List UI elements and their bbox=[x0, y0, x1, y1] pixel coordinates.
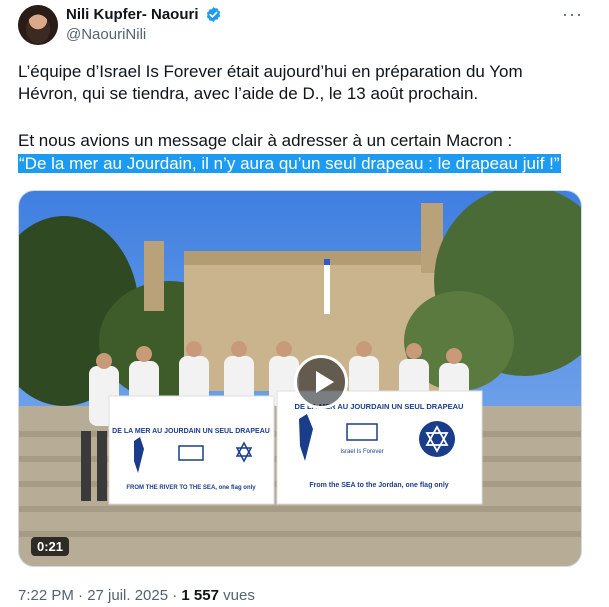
post-timestamp[interactable]: 7:22 PM · 27 juil. 2025 · bbox=[18, 587, 181, 604]
video-duration: 0:21 bbox=[31, 537, 70, 556]
views-count: 1 557 bbox=[181, 587, 219, 604]
more-options-icon[interactable]: ··· bbox=[562, 4, 583, 25]
highlighted-quote: “De la mer au Jourdain, il n’y aura qu’u… bbox=[18, 154, 561, 173]
author-handle[interactable]: @NaouriNili bbox=[66, 26, 146, 43]
post-text-highlight: “De la mer au Jourdain, il n’y aura qu’u… bbox=[18, 153, 561, 175]
avatar[interactable] bbox=[18, 5, 58, 45]
post-text-line: L’équipe d’Israel Is Forever était aujou… bbox=[18, 62, 523, 81]
video-player[interactable]: DE LA MER AU JOURDAIN UN SEUL DRAPEAU FR… bbox=[18, 190, 582, 567]
play-icon[interactable] bbox=[294, 355, 348, 409]
views-label: vues bbox=[218, 587, 255, 604]
post-text-line: Et nous avions un message clair à adress… bbox=[18, 131, 513, 150]
post-text-line: Hévron, qui se tiendra, avec l’aide de D… bbox=[18, 84, 479, 103]
banner-right-bottom-text: From the SEA to the Jordan, one flag onl… bbox=[309, 482, 448, 489]
post-meta: 7:22 PM · 27 juil. 2025 · 1 557 vues bbox=[18, 587, 255, 604]
author-name[interactable]: Nili Kupfer- Naouri bbox=[66, 6, 199, 23]
verified-badge-icon bbox=[206, 7, 221, 22]
banner-logo-text: Israel Is Forever bbox=[340, 449, 383, 455]
banner-left-bottom-text: FROM THE RIVER TO THE SEA, one flag only bbox=[126, 485, 256, 491]
banner-left-top-text: DE LA MER AU JOURDAIN UN SEUL DRAPEAU bbox=[112, 428, 270, 435]
